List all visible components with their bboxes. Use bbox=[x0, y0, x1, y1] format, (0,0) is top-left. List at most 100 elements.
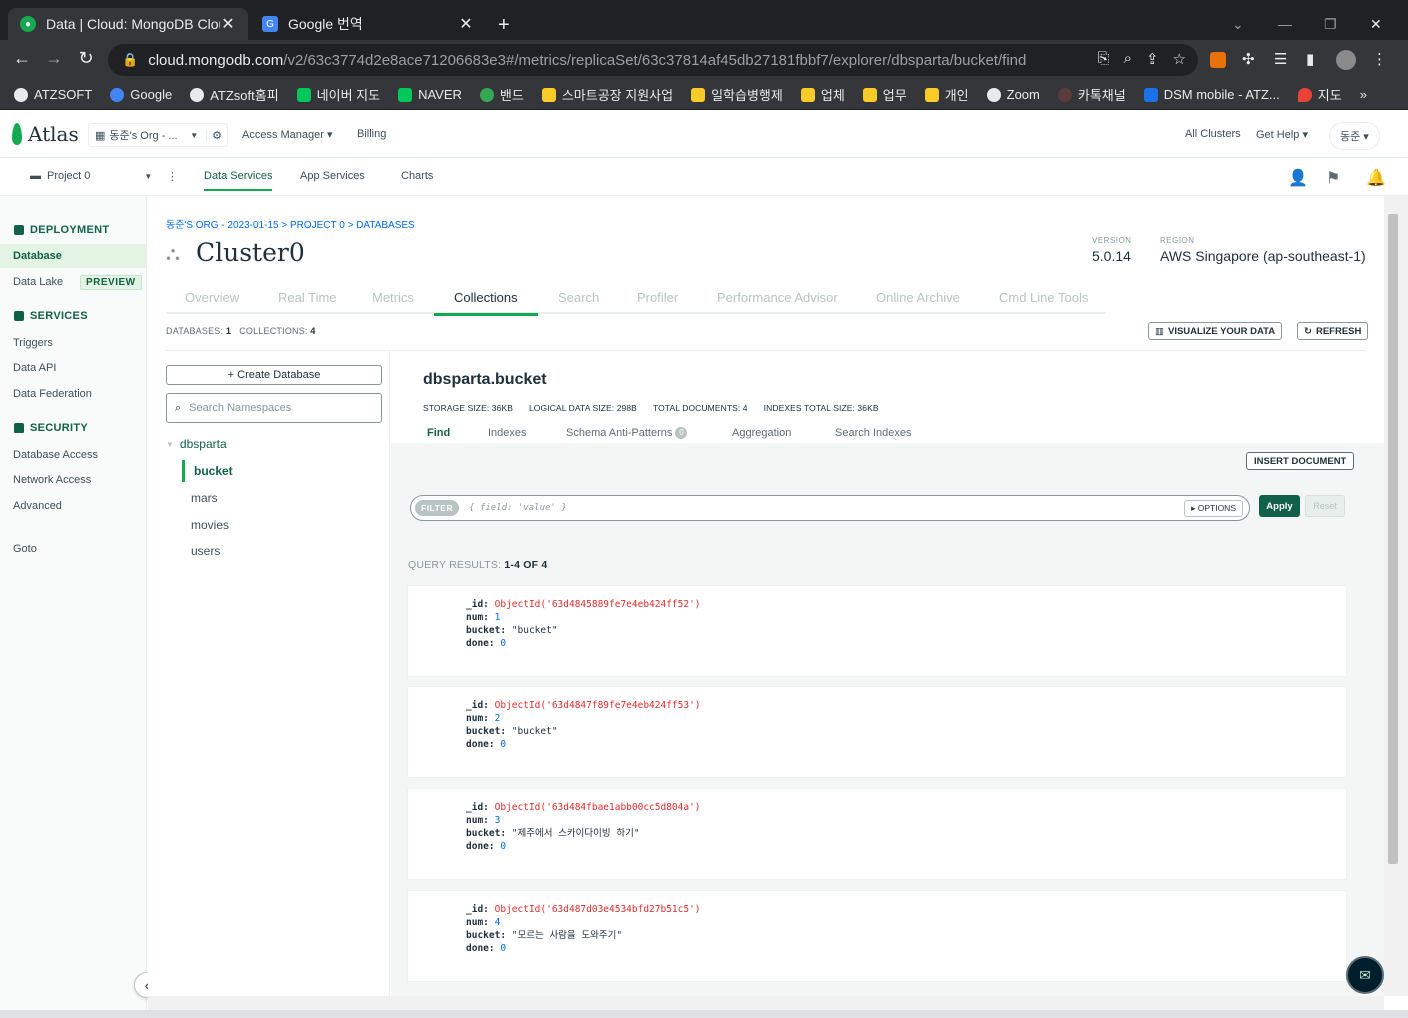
close-tab-icon[interactable]: ✕ bbox=[220, 14, 236, 34]
atlas-logo[interactable]: Atlas bbox=[12, 122, 79, 146]
tab-metrics[interactable]: Metrics bbox=[372, 290, 414, 305]
extension-icon[interactable] bbox=[1210, 52, 1226, 68]
sidebar-item-data-federation[interactable]: Data Federation bbox=[13, 388, 92, 400]
bookmark-folder[interactable]: 업체 bbox=[800, 85, 845, 104]
collection-item-bucket[interactable]: bucket bbox=[182, 460, 233, 482]
close-tab-icon[interactable]: ✕ bbox=[458, 14, 474, 34]
bookmark-folder[interactable]: 개인 bbox=[924, 85, 969, 104]
tab-search-chevron-icon[interactable]: ⌄ bbox=[1232, 16, 1244, 33]
forward-arrow-icon[interactable]: → bbox=[42, 48, 66, 69]
document-card[interactable]: _id: ObjectId('63d487d03e4534bfd27b51c5'… bbox=[407, 890, 1347, 982]
scrollbar-thumb[interactable] bbox=[1388, 214, 1398, 864]
sidebar-item-network-access[interactable]: Network Access bbox=[13, 474, 91, 486]
options-button[interactable]: ▸ OPTIONS bbox=[1184, 499, 1243, 517]
sidebar-item-data-lake[interactable]: Data Lake bbox=[13, 276, 63, 288]
horizontal-scrollbar[interactable] bbox=[148, 996, 1384, 1010]
bookmark[interactable]: NAVER bbox=[398, 87, 462, 102]
collection-item-users[interactable]: users bbox=[191, 544, 220, 558]
tab-charts[interactable]: Charts bbox=[401, 170, 433, 182]
sidebar-item-advanced[interactable]: Advanced bbox=[13, 500, 62, 512]
reset-button[interactable]: Reset bbox=[1305, 495, 1345, 517]
get-help-menu[interactable]: Get Help ▾ bbox=[1256, 128, 1308, 141]
bell-icon[interactable]: 🔔 bbox=[1366, 168, 1386, 188]
subtab-schema-anti-patterns[interactable]: Schema Anti-Patterns 0 bbox=[566, 427, 688, 440]
namespace-search-input[interactable]: ⌕ Search Namespaces bbox=[166, 393, 382, 423]
bookmark[interactable]: ATZsoft홈피 bbox=[190, 85, 279, 104]
document-card[interactable]: _id: ObjectId('63d4845889fe7e4eb424ff52'… bbox=[407, 585, 1347, 677]
bookmark[interactable]: DSM mobile - ATZ... bbox=[1143, 87, 1280, 102]
tab-collections[interactable]: Collections bbox=[434, 290, 538, 316]
create-database-button[interactable]: + Create Database bbox=[166, 365, 382, 385]
sidebar-item-triggers[interactable]: Triggers bbox=[13, 337, 53, 349]
kebab-menu-icon[interactable]: ⋮ bbox=[1372, 50, 1387, 68]
document-card[interactable]: _id: ObjectId('63d484fbae1abb00cc5d804a'… bbox=[407, 788, 1347, 880]
bookmark[interactable]: 카톡채널 bbox=[1057, 85, 1126, 104]
project-select[interactable]: ▬ Project 0 ▼ bbox=[30, 170, 152, 182]
sidebar-item-database-access[interactable]: Database Access bbox=[13, 449, 98, 461]
subtab-search-indexes[interactable]: Search Indexes bbox=[835, 427, 911, 439]
bookmark[interactable]: Zoom bbox=[986, 87, 1040, 102]
chat-support-icon[interactable]: ✉ bbox=[1346, 956, 1384, 994]
access-manager-menu[interactable]: Access Manager ▾ bbox=[242, 128, 333, 141]
browser-tab-translate[interactable]: G Google 번역 ✕ bbox=[250, 8, 486, 40]
sidebar-item-data-api[interactable]: Data API bbox=[13, 362, 56, 374]
bookmark[interactable]: 밴드 bbox=[479, 85, 524, 104]
gear-icon[interactable]: ⚙ bbox=[206, 128, 227, 142]
subtab-find[interactable]: Find bbox=[427, 427, 450, 439]
visualize-data-button[interactable]: ▥ VISUALIZE YOUR DATA bbox=[1148, 322, 1283, 340]
address-bar[interactable]: 🔒 cloud.mongodb.com/v2/63c3774d2e8ace712… bbox=[108, 44, 1198, 76]
sidebar-item-goto[interactable]: Goto bbox=[13, 543, 37, 555]
tab-overview[interactable]: Overview bbox=[185, 290, 239, 305]
bookmark[interactable]: 지도 bbox=[1297, 85, 1342, 104]
bookmark-folder[interactable]: 일학습병행제 bbox=[691, 85, 783, 104]
puzzle-extensions-icon[interactable]: ✣ bbox=[1242, 50, 1255, 68]
apply-button[interactable]: Apply bbox=[1259, 495, 1300, 517]
minimize-icon[interactable]: — bbox=[1278, 16, 1292, 32]
tab-cmd-line-tools[interactable]: Cmd Line Tools bbox=[999, 290, 1088, 305]
bookmark[interactable]: ATZSOFT bbox=[14, 87, 92, 102]
restore-icon[interactable]: ❐ bbox=[1324, 16, 1337, 33]
tab-online-archive[interactable]: Online Archive bbox=[876, 290, 960, 305]
database-item-dbsparta[interactable]: ▼ dbsparta bbox=[166, 437, 227, 451]
subtab-aggregation[interactable]: Aggregation bbox=[732, 427, 791, 439]
reading-list-icon[interactable]: ☰ bbox=[1274, 50, 1287, 68]
refresh-button[interactable]: ↻ REFRESH bbox=[1297, 322, 1369, 340]
sidebar-item-database[interactable]: Database bbox=[0, 244, 147, 268]
user-menu[interactable]: 동준 ▾ bbox=[1329, 122, 1380, 150]
filter-input[interactable]: FILTER { field: 'value' } ▸ OPTIONS bbox=[410, 495, 1250, 521]
translate-page-icon[interactable]: ⎘ bbox=[1098, 50, 1110, 68]
bookmark-star-icon[interactable]: ☆ bbox=[1173, 50, 1186, 68]
insert-document-button[interactable]: INSERT DOCUMENT bbox=[1246, 452, 1355, 470]
subtab-indexes[interactable]: Indexes bbox=[488, 427, 527, 439]
breadcrumb[interactable]: 동준'S ORG - 2023-01-15 > PROJECT 0 > DATA… bbox=[166, 216, 415, 231]
billing-link[interactable]: Billing bbox=[357, 128, 386, 140]
collection-item-mars[interactable]: mars bbox=[191, 491, 218, 505]
bookmark[interactable]: 네이버 지도 bbox=[296, 85, 380, 104]
tab-app-services[interactable]: App Services bbox=[300, 170, 365, 182]
all-clusters-link[interactable]: All Clusters bbox=[1185, 128, 1241, 140]
tab-data-services[interactable]: Data Services bbox=[204, 170, 273, 191]
tab-real-time[interactable]: Real Time bbox=[278, 290, 337, 305]
tab-profiler[interactable]: Profiler bbox=[637, 290, 678, 305]
bookmark-folder[interactable]: 업무 bbox=[862, 85, 907, 104]
activity-feed-icon[interactable]: ⚑ bbox=[1326, 168, 1340, 188]
tab-search[interactable]: Search bbox=[558, 290, 599, 305]
new-tab-plus-icon[interactable]: + bbox=[498, 14, 510, 37]
back-arrow-icon[interactable]: ← bbox=[10, 48, 34, 69]
vertical-scrollbar[interactable] bbox=[1384, 196, 1408, 996]
share-icon[interactable]: ⇪ bbox=[1146, 50, 1159, 68]
tab-performance-advisor[interactable]: Performance Advisor bbox=[717, 290, 838, 305]
collection-item-movies[interactable]: movies bbox=[191, 518, 229, 532]
project-kebab-icon[interactable]: ⋮ bbox=[167, 170, 178, 183]
browser-tab-active[interactable]: ● Data | Cloud: MongoDB Cloud ✕ bbox=[8, 8, 248, 40]
bookmark[interactable]: Google bbox=[110, 87, 172, 102]
more-bookmarks-icon[interactable]: » bbox=[1360, 87, 1367, 102]
zoom-icon[interactable]: ⌕ bbox=[1124, 50, 1132, 68]
bookmark-folder[interactable]: 스마트공장 지원사업 bbox=[541, 85, 673, 104]
close-window-icon[interactable]: ✕ bbox=[1370, 16, 1382, 33]
profile-avatar[interactable] bbox=[1336, 50, 1356, 70]
side-panel-icon[interactable]: ▮ bbox=[1306, 50, 1314, 68]
document-card[interactable]: _id: ObjectId('63d4847f89fe7e4eb424ff53'… bbox=[407, 686, 1347, 778]
reload-icon[interactable]: ↻ bbox=[74, 48, 98, 69]
org-select[interactable]: ▦ 동준's Org - ... ▼ ⚙ bbox=[88, 123, 228, 147]
